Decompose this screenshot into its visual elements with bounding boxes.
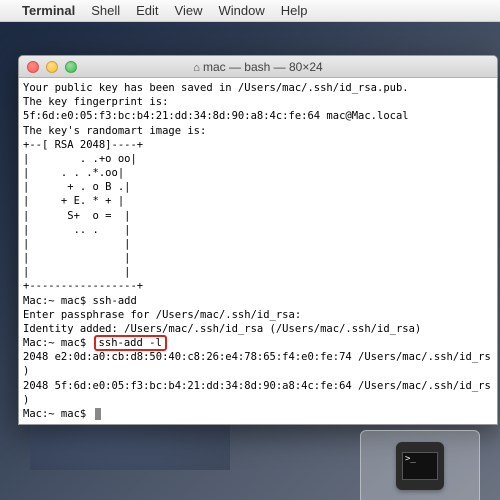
terminal-window: ⌂mac — bash — 80×24 Your public key has … (18, 55, 498, 425)
terminal-dock-icon[interactable]: >_ (396, 442, 444, 490)
highlighted-command: ssh-add -l (94, 335, 167, 351)
terminal-content[interactable]: Your public key has been saved in /Users… (19, 78, 497, 424)
titlebar[interactable]: ⌂mac — bash — 80×24 (19, 56, 497, 78)
menu-window[interactable]: Window (219, 3, 265, 18)
home-icon: ⌂ (193, 62, 200, 74)
terminal-icon: >_ (402, 452, 438, 480)
menu-view[interactable]: View (175, 3, 203, 18)
menu-help[interactable]: Help (281, 3, 308, 18)
dock[interactable]: >_ (360, 430, 480, 500)
menu-shell[interactable]: Shell (91, 3, 120, 18)
window-title: ⌂mac — bash — 80×24 (19, 60, 497, 74)
cursor (95, 408, 101, 420)
menu-edit[interactable]: Edit (136, 3, 158, 18)
app-menu[interactable]: Terminal (22, 3, 75, 18)
window-title-text: mac — bash — 80×24 (203, 60, 323, 74)
menubar[interactable]: Terminal Shell Edit View Window Help (0, 0, 500, 22)
